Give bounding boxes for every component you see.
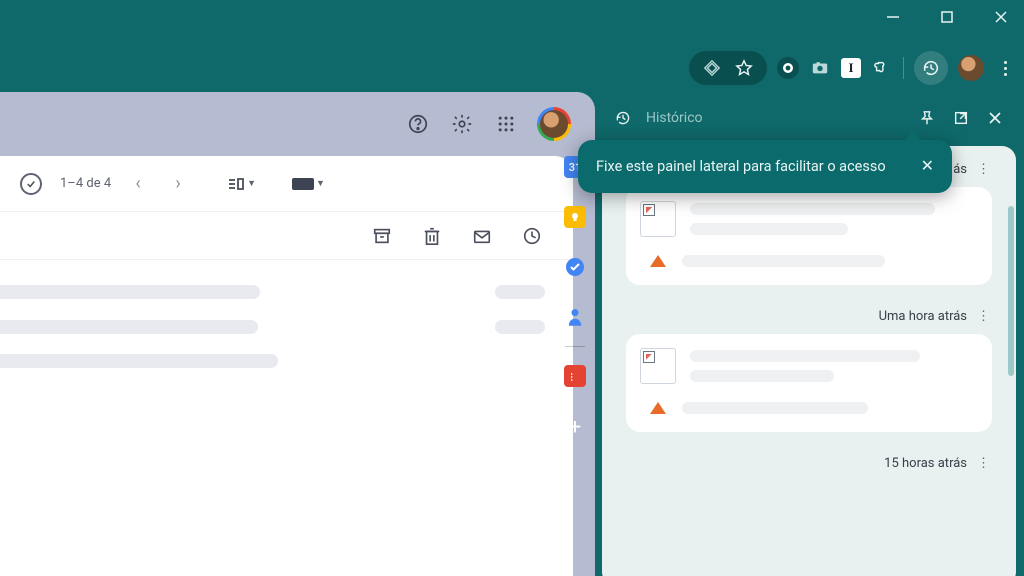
camera-icon[interactable] — [809, 57, 831, 79]
history-entry-redacted — [682, 255, 885, 267]
pagination-count: 1–4 de 4 — [60, 176, 111, 191]
mail-row-redacted — [0, 285, 260, 299]
callout-message: Fixe este painel lateral para facilitar … — [596, 156, 907, 177]
history-panel-header: Histórico — [602, 98, 1016, 138]
gmail-mailbox: 1–4 de 4 ‹ › ▼ ▼ do — [0, 156, 573, 576]
bookmark-star-icon[interactable] — [733, 57, 755, 79]
history-entry-redacted — [682, 402, 868, 414]
history-entry-redacted — [690, 223, 848, 235]
gmail-account-avatar[interactable] — [537, 107, 571, 141]
history-thumbnail — [640, 348, 676, 384]
toolbar-separator — [903, 57, 904, 79]
apps-grid-icon[interactable] — [493, 111, 519, 137]
window-maximize-button[interactable] — [932, 2, 962, 32]
scrollbar-thumb[interactable] — [1008, 206, 1014, 376]
contacts-addon-icon[interactable] — [564, 306, 586, 328]
history-thumbnail — [640, 201, 676, 237]
mail-row[interactable] — [0, 310, 545, 344]
extension-icon-1[interactable] — [777, 57, 799, 79]
history-entry-redacted — [690, 370, 834, 382]
history-panel-title: Histórico — [646, 110, 904, 126]
split-pane-toggle[interactable]: ▼ — [227, 177, 256, 191]
extensions-puzzle-icon[interactable] — [871, 57, 893, 79]
pin-panel-callout: Fixe este painel lateral para facilitar … — [578, 140, 952, 193]
delete-icon[interactable] — [421, 225, 443, 247]
gmail-message-list: do — [0, 260, 573, 378]
history-icon[interactable] — [914, 51, 948, 85]
keep-addon-icon[interactable] — [564, 206, 586, 228]
google-addon-sidebar: 31 + — [555, 156, 595, 440]
pin-panel-button[interactable] — [916, 107, 938, 129]
history-entry-redacted — [690, 350, 920, 362]
addon-divider — [565, 346, 585, 347]
snooze-icon[interactable] — [521, 225, 543, 247]
archive-icon[interactable] — [371, 225, 393, 247]
gmail-app: 1–4 de 4 ‹ › ▼ ▼ do — [0, 92, 595, 576]
extension-icon-instapaper[interactable]: I — [841, 58, 861, 78]
site-favicon — [648, 251, 668, 271]
history-group-label: 15 horas atrás — [884, 456, 967, 471]
history-entry-redacted — [690, 203, 935, 215]
history-group: Uma hora atrás ⋮ — [612, 303, 1006, 450]
gmail-message-actions — [0, 212, 573, 260]
callout-close-button[interactable]: ✕ — [921, 156, 934, 175]
gmail-list-toolbar: 1–4 de 4 ‹ › ▼ ▼ — [0, 156, 573, 212]
close-panel-button[interactable] — [984, 107, 1006, 129]
open-full-history-button[interactable] — [950, 107, 972, 129]
mail-row[interactable]: do — [0, 274, 545, 310]
mail-row-redacted — [0, 320, 258, 334]
mail-row-redacted — [0, 354, 278, 368]
window-minimize-button[interactable] — [878, 2, 908, 32]
settings-gear-icon[interactable] — [449, 111, 475, 137]
broken-image-icon — [643, 351, 655, 363]
history-group: 15 horas atrás ⋮ — [612, 450, 1006, 489]
add-addon-button[interactable]: + — [569, 415, 581, 440]
mail-row-redacted — [495, 320, 545, 334]
diamond-icon[interactable] — [701, 57, 723, 79]
todoist-addon-icon[interactable] — [564, 365, 586, 387]
history-card[interactable] — [626, 334, 992, 432]
site-favicon — [648, 398, 668, 418]
support-icon[interactable] — [405, 111, 431, 137]
mark-read-icon[interactable] — [471, 225, 493, 247]
window-close-button[interactable] — [986, 2, 1016, 32]
window-titlebar — [0, 0, 1024, 34]
group-menu-button[interactable]: ⋮ — [977, 309, 990, 324]
select-all-icon[interactable] — [20, 173, 42, 195]
browser-menu-button[interactable] — [994, 57, 1016, 79]
history-card[interactable] — [626, 187, 992, 285]
history-icon — [612, 107, 634, 129]
mail-row[interactable] — [0, 344, 545, 378]
mail-row-redacted — [495, 285, 545, 299]
group-menu-button[interactable]: ⋮ — [977, 162, 990, 177]
group-menu-button[interactable]: ⋮ — [977, 456, 990, 471]
gmail-header — [0, 92, 595, 156]
input-mode-toggle[interactable]: ▼ — [292, 178, 325, 190]
profile-avatar[interactable] — [958, 55, 984, 81]
history-panel-body: ...ás ⋮ Uma hora atrás — [602, 146, 1016, 576]
browser-toolbar: I — [689, 48, 1016, 88]
broken-image-icon — [643, 204, 655, 216]
omnibox-actions-chip — [689, 51, 767, 85]
next-page-button[interactable]: › — [165, 173, 191, 194]
tasks-addon-icon[interactable] — [564, 256, 586, 278]
prev-page-button[interactable]: ‹ — [125, 173, 151, 194]
history-group-label: Uma hora atrás — [879, 309, 967, 324]
